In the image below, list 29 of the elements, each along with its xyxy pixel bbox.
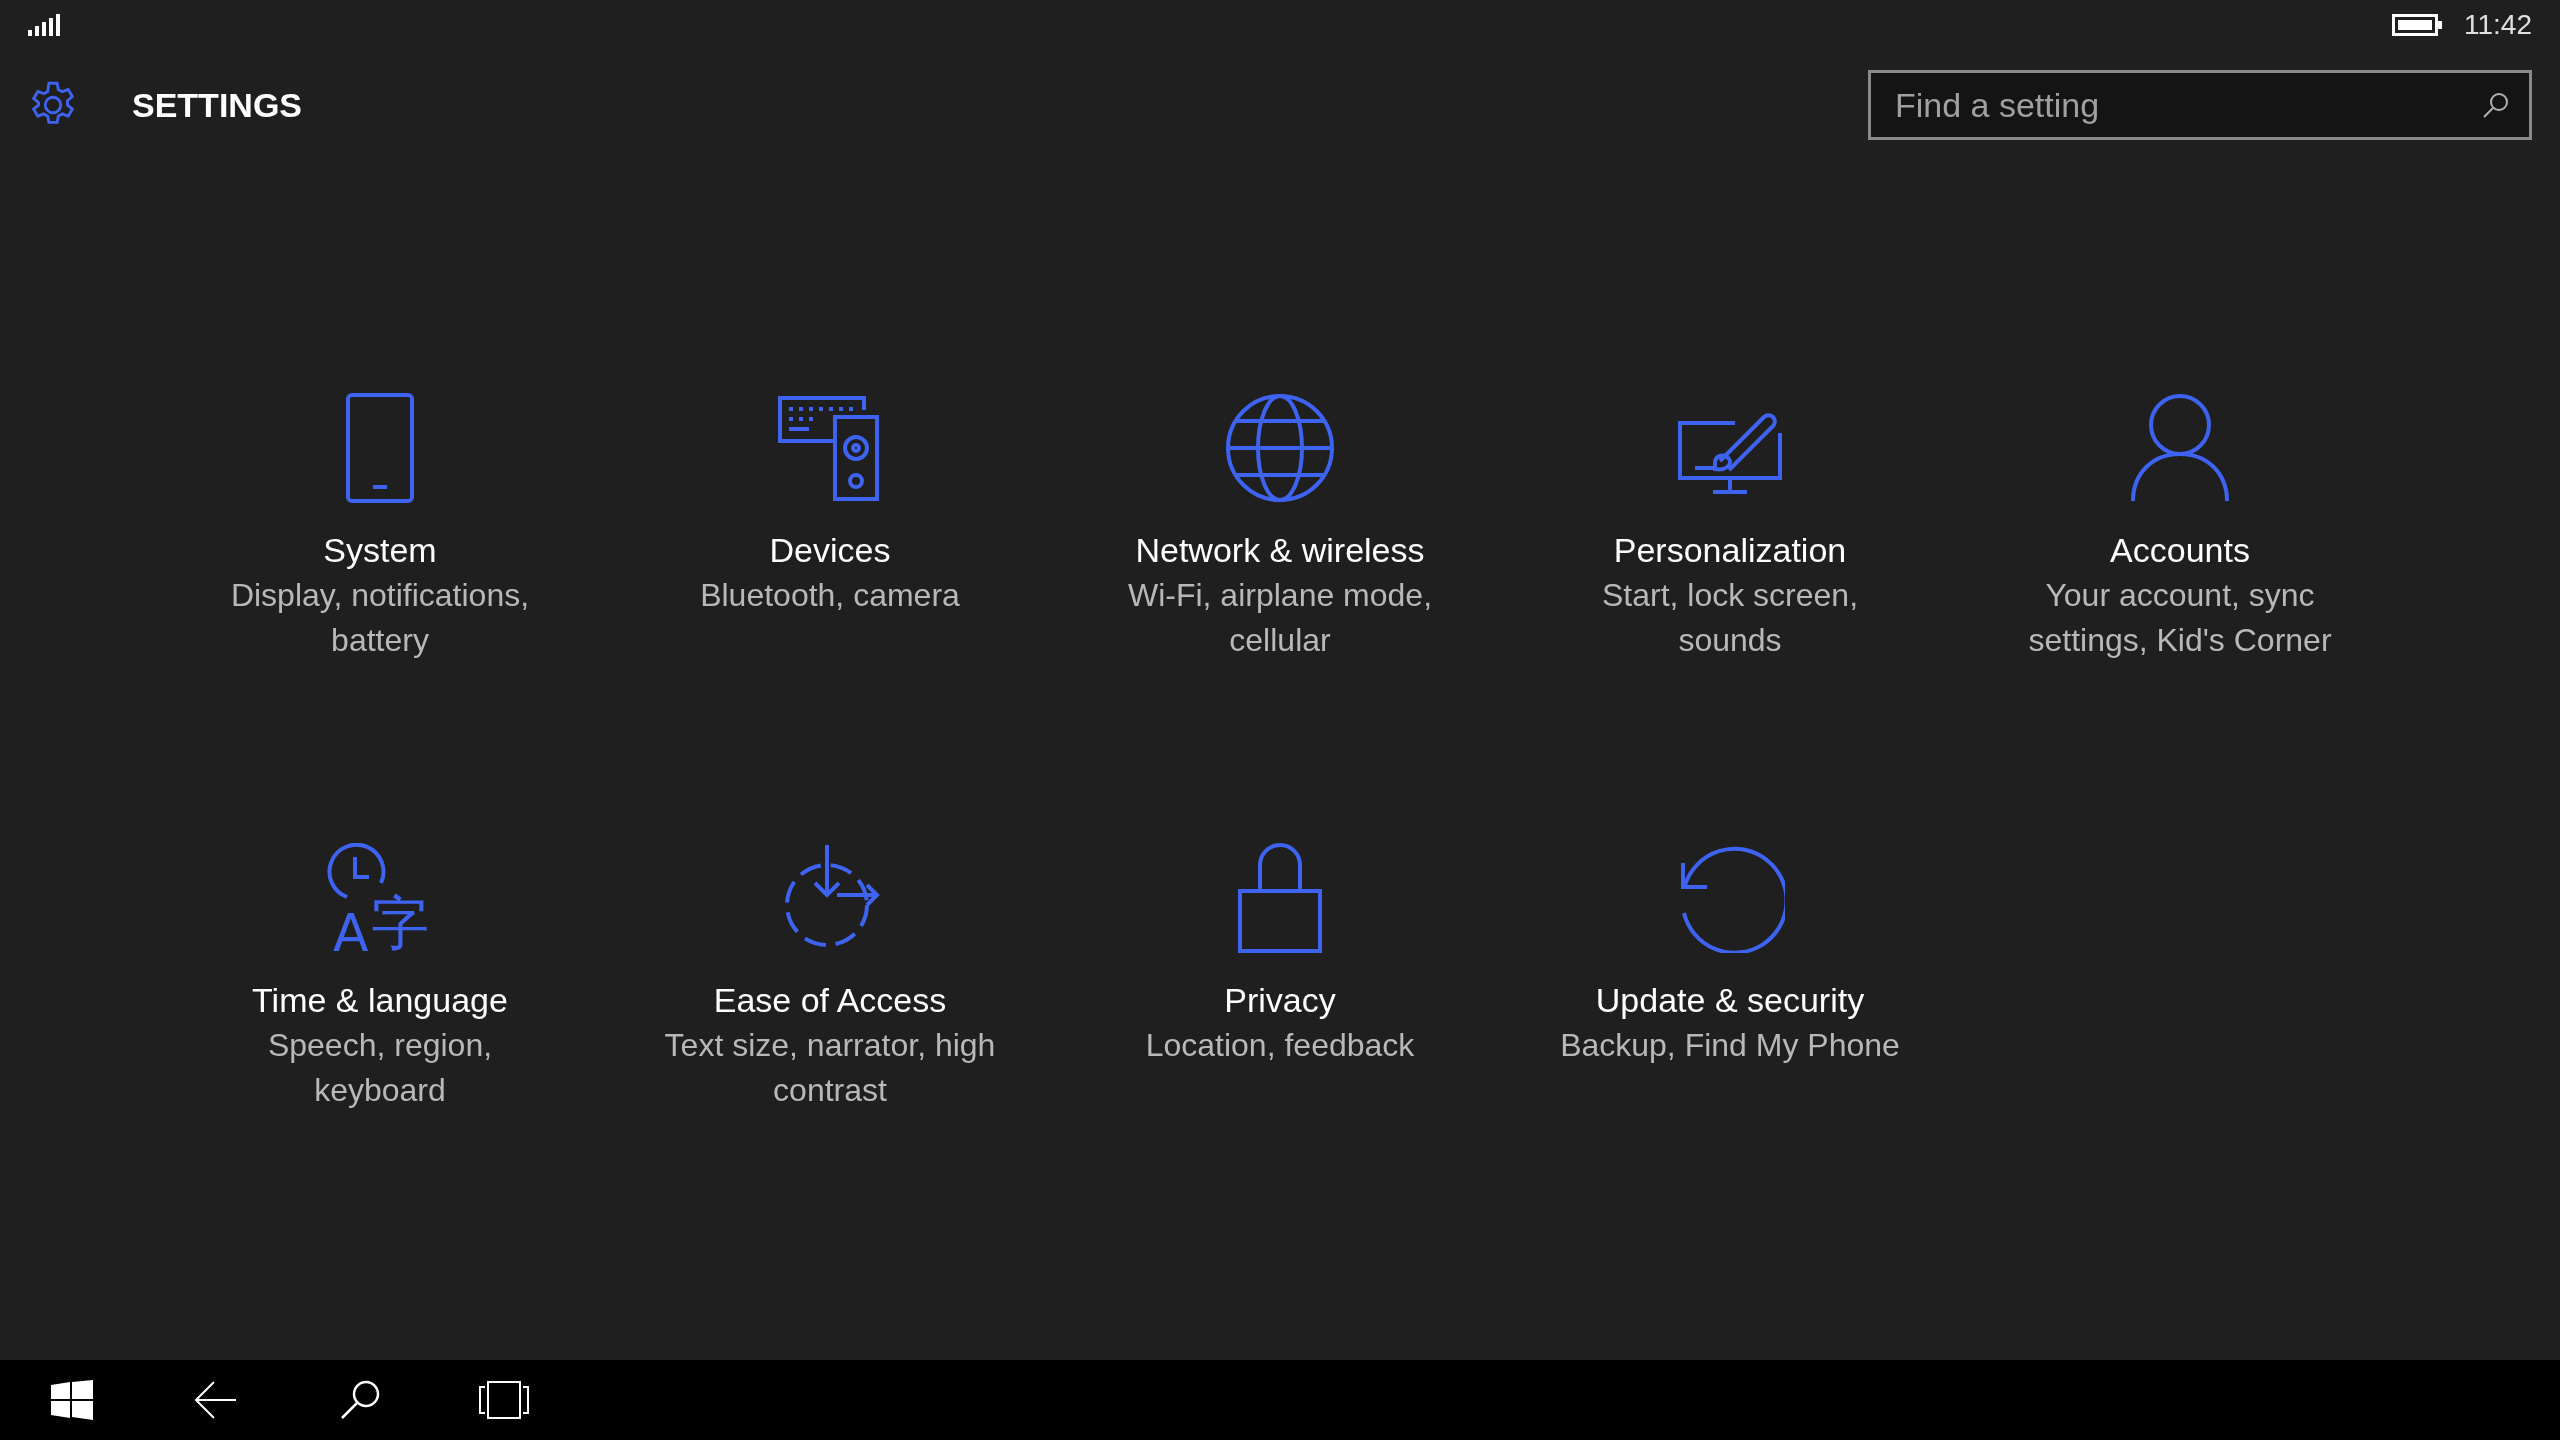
category-description: Your account, sync settings, Kid's Corner bbox=[2027, 576, 2333, 660]
category-description: Start, lock screen, sounds bbox=[1600, 576, 1860, 660]
category-title[interactable]: System bbox=[323, 527, 437, 573]
back-arrow-icon bbox=[195, 1381, 237, 1419]
category-description: Speech, region, keyboard bbox=[266, 1026, 494, 1110]
category-description: Location, feedback bbox=[1144, 1026, 1416, 1065]
category-description: Bluetooth, camera bbox=[699, 576, 961, 615]
category-description: Backup, Find My Phone bbox=[1559, 1026, 1901, 1065]
category-description: Display, notifications, battery bbox=[229, 576, 531, 660]
category-title[interactable]: Devices bbox=[769, 527, 891, 573]
category-title[interactable]: Network & wireless bbox=[1135, 527, 1425, 573]
category-title[interactable]: Ease of Access bbox=[713, 977, 947, 1023]
signal-icon bbox=[28, 14, 62, 36]
clock-time: 11:42 bbox=[2464, 8, 2532, 42]
category-description: Text size, narrator, high contrast bbox=[663, 1026, 997, 1110]
search-field[interactable]: Find a setting bbox=[1868, 70, 2532, 140]
category-title[interactable]: Time & language bbox=[252, 977, 508, 1023]
globe-icon bbox=[1225, 393, 1335, 503]
page-title: SETTINGS bbox=[132, 84, 303, 126]
task-view-icon bbox=[479, 1381, 529, 1419]
category-title[interactable]: Accounts bbox=[2110, 527, 2250, 573]
category-title[interactable]: Update & security bbox=[1595, 977, 1865, 1023]
category-title[interactable]: Personalization bbox=[1613, 527, 1847, 573]
category-title[interactable]: Privacy bbox=[1224, 977, 1336, 1023]
windows-logo-icon bbox=[51, 1380, 93, 1420]
search-icon bbox=[340, 1380, 380, 1420]
battery-icon bbox=[2392, 14, 2442, 36]
search-icon bbox=[2482, 91, 2510, 119]
category-description: Wi-Fi, airplane mode, cellular bbox=[1126, 576, 1434, 660]
